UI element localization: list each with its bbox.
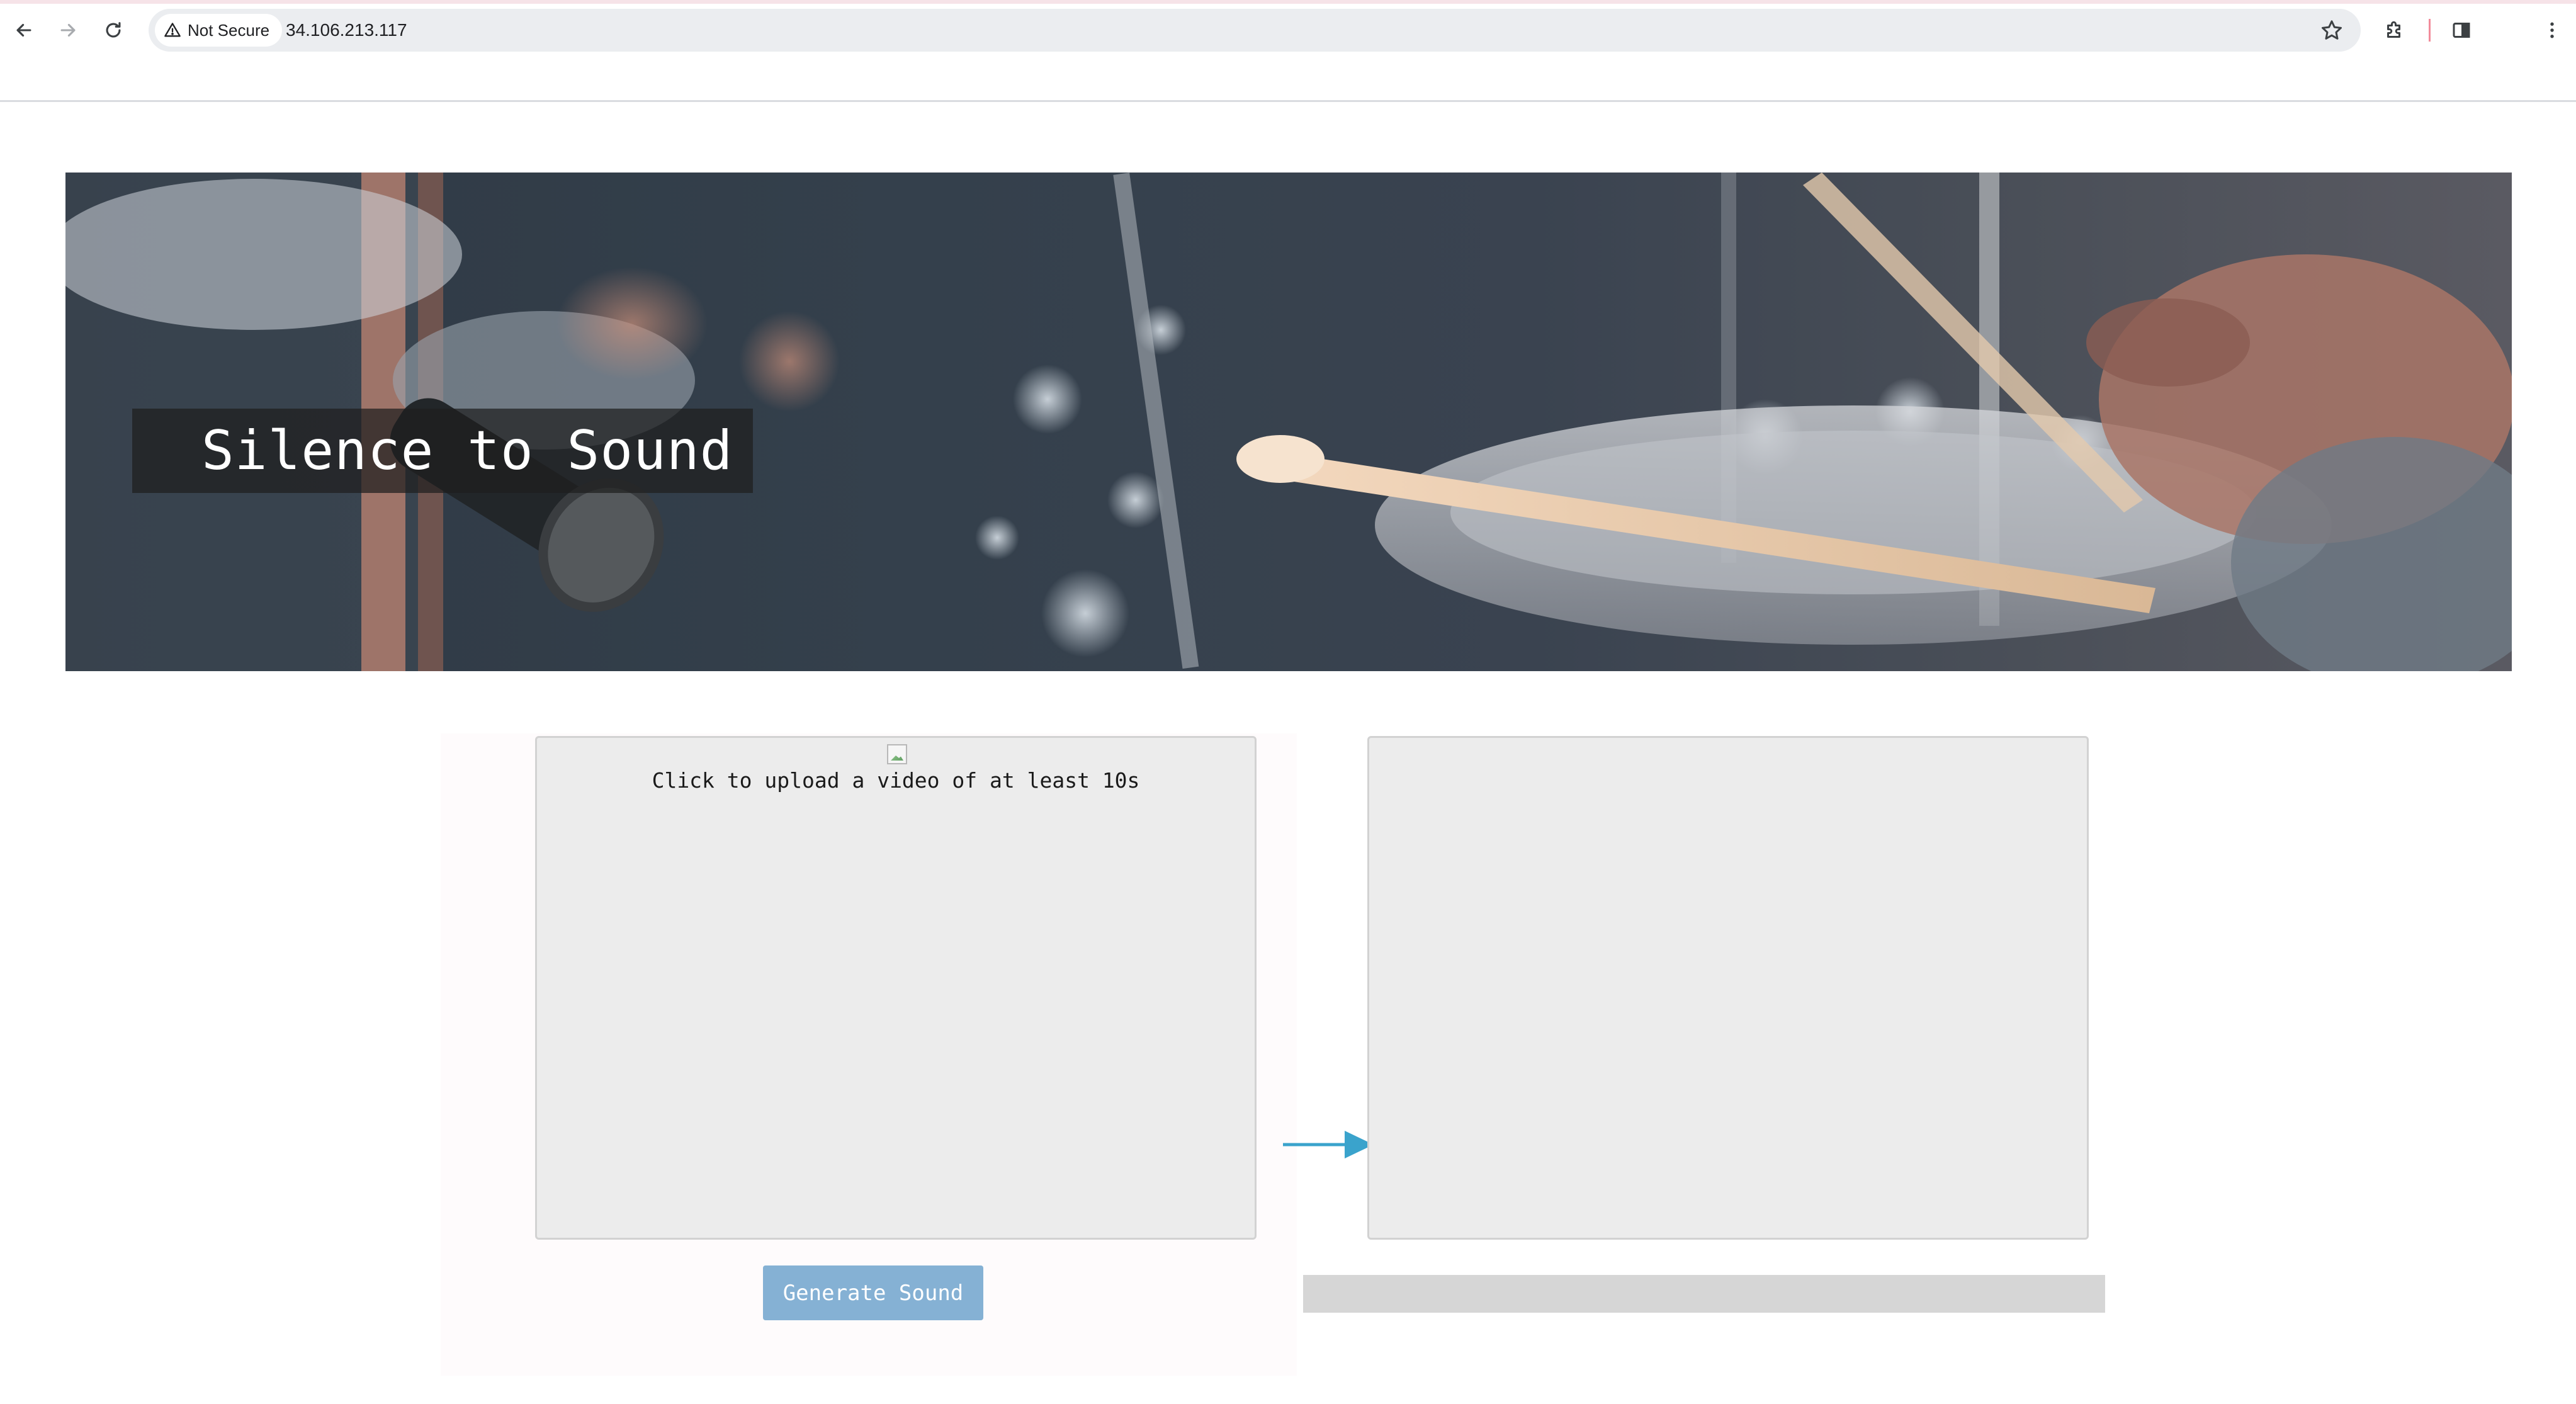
puzzle-icon	[2387, 21, 2400, 38]
video-upload-dropzone[interactable]: Click to upload a video of at least 10s	[535, 736, 1257, 1240]
browser-menu-button[interactable]	[2533, 11, 2571, 49]
back-button[interactable]	[5, 11, 43, 49]
security-label: Not Secure	[188, 20, 270, 40]
generate-sound-button[interactable]: Generate Sound	[763, 1265, 983, 1320]
bookmark-button[interactable]	[2319, 18, 2344, 43]
page-title: Silence to Sound	[132, 409, 754, 493]
arrow-right-icon	[60, 23, 76, 37]
url-text[interactable]: 34.106.213.117	[286, 9, 407, 52]
kebab-menu-icon	[2550, 22, 2554, 38]
page-content: Silence to Sound Click to upload a video…	[0, 104, 2576, 1404]
side-panel-button[interactable]	[2443, 11, 2480, 49]
forward-button[interactable]	[49, 11, 87, 49]
star-icon	[2322, 20, 2342, 40]
progress-bar	[1303, 1275, 2105, 1313]
warning-triangle-icon	[164, 23, 181, 37]
site-security-chip[interactable]: Not Secure	[155, 14, 283, 47]
reload-icon	[106, 22, 121, 38]
reload-button[interactable]	[94, 11, 132, 49]
browser-toolbar: Not Secure 34.106.213.117	[0, 0, 2576, 102]
address-bar[interactable]: Not Secure 34.106.213.117	[149, 9, 2361, 52]
upload-image-icon	[887, 744, 907, 764]
arrow-left-icon	[16, 23, 31, 37]
upload-instruction: Click to upload a video of at least 10s	[652, 768, 1140, 793]
side-panel-icon	[2453, 23, 2470, 38]
extensions-button[interactable]	[2376, 11, 2414, 49]
audio-output-panel	[1367, 736, 2089, 1240]
toolbar-separator	[2429, 19, 2431, 42]
tab-strip-accent	[0, 0, 2576, 4]
right-arrow-icon	[1283, 1131, 1374, 1158]
